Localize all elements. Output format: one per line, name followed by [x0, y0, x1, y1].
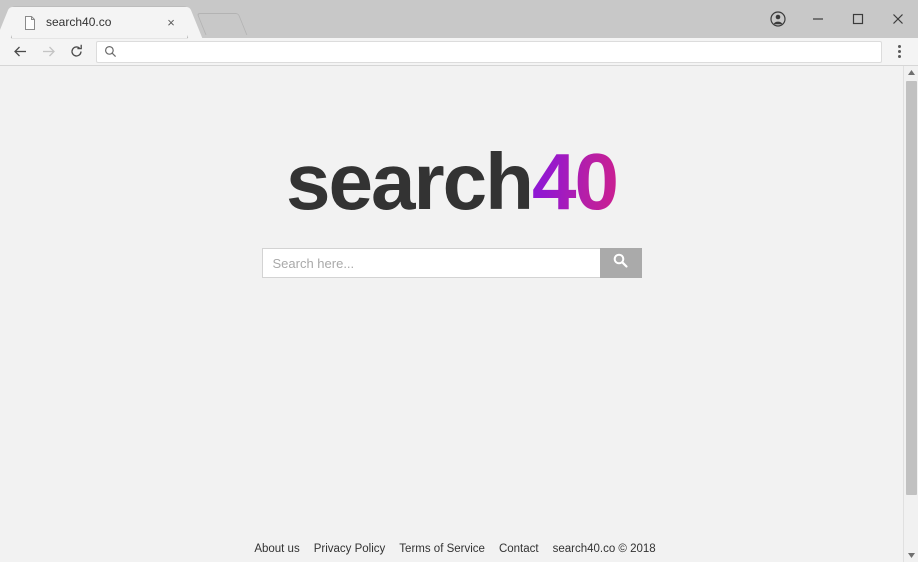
page-footer: About us Privacy Policy Terms of Service Co…: [0, 543, 903, 555]
vertical-scrollbar[interactable]: [903, 66, 918, 562]
search-icon: [103, 45, 117, 59]
window-controls: [758, 0, 918, 38]
tab-strip: search40.co ×: [0, 0, 918, 38]
scrollbar-track[interactable]: [904, 79, 918, 549]
menu-dot: [897, 55, 901, 58]
address-bar[interactable]: [96, 40, 882, 63]
footer-link-about-us[interactable]: About us: [254, 543, 299, 555]
three-dot-menu-icon[interactable]: [886, 39, 912, 65]
footer-link-privacy-policy[interactable]: Privacy Policy: [314, 543, 386, 555]
back-icon[interactable]: [6, 39, 34, 65]
browser-window: search40.co × search40 Search here... Ab…: [0, 0, 918, 562]
reload-icon[interactable]: [62, 39, 90, 65]
profile-icon[interactable]: [758, 4, 798, 34]
tab-title: search40.co: [46, 15, 112, 29]
logo-number: 40: [531, 137, 619, 226]
scroll-down-arrow-icon[interactable]: [904, 549, 918, 562]
tab-close-icon[interactable]: ×: [163, 15, 179, 31]
search-input[interactable]: [261, 248, 600, 278]
close-window-button[interactable]: [878, 4, 918, 34]
browser-toolbar: [0, 38, 918, 66]
menu-dot: [897, 45, 901, 48]
magnifier-icon: [612, 252, 629, 274]
search-form: [261, 248, 642, 278]
footer-copyright: search40.co © 2018: [552, 543, 656, 555]
page-content: search40 About us Privacy Policy Terms of …: [0, 66, 903, 562]
page-icon: [22, 15, 38, 31]
footer-link-terms-of-service[interactable]: Terms of Service: [399, 543, 485, 555]
browser-tab[interactable]: search40.co ×: [12, 7, 187, 38]
minimize-button[interactable]: [798, 4, 838, 34]
new-tab-button[interactable]: [196, 13, 248, 35]
scrollbar-thumb[interactable]: [905, 81, 917, 495]
forward-icon[interactable]: [34, 39, 62, 65]
logo-word: search: [286, 137, 534, 226]
maximize-button[interactable]: [838, 4, 878, 34]
menu-dot: [897, 50, 901, 53]
scroll-up-arrow-icon[interactable]: [904, 66, 918, 79]
search-submit-button[interactable]: [599, 248, 642, 278]
page-area: search40 About us Privacy Policy Terms of …: [0, 66, 918, 562]
site-logo: search40: [286, 142, 619, 222]
footer-link-contact[interactable]: Contact: [499, 543, 539, 555]
